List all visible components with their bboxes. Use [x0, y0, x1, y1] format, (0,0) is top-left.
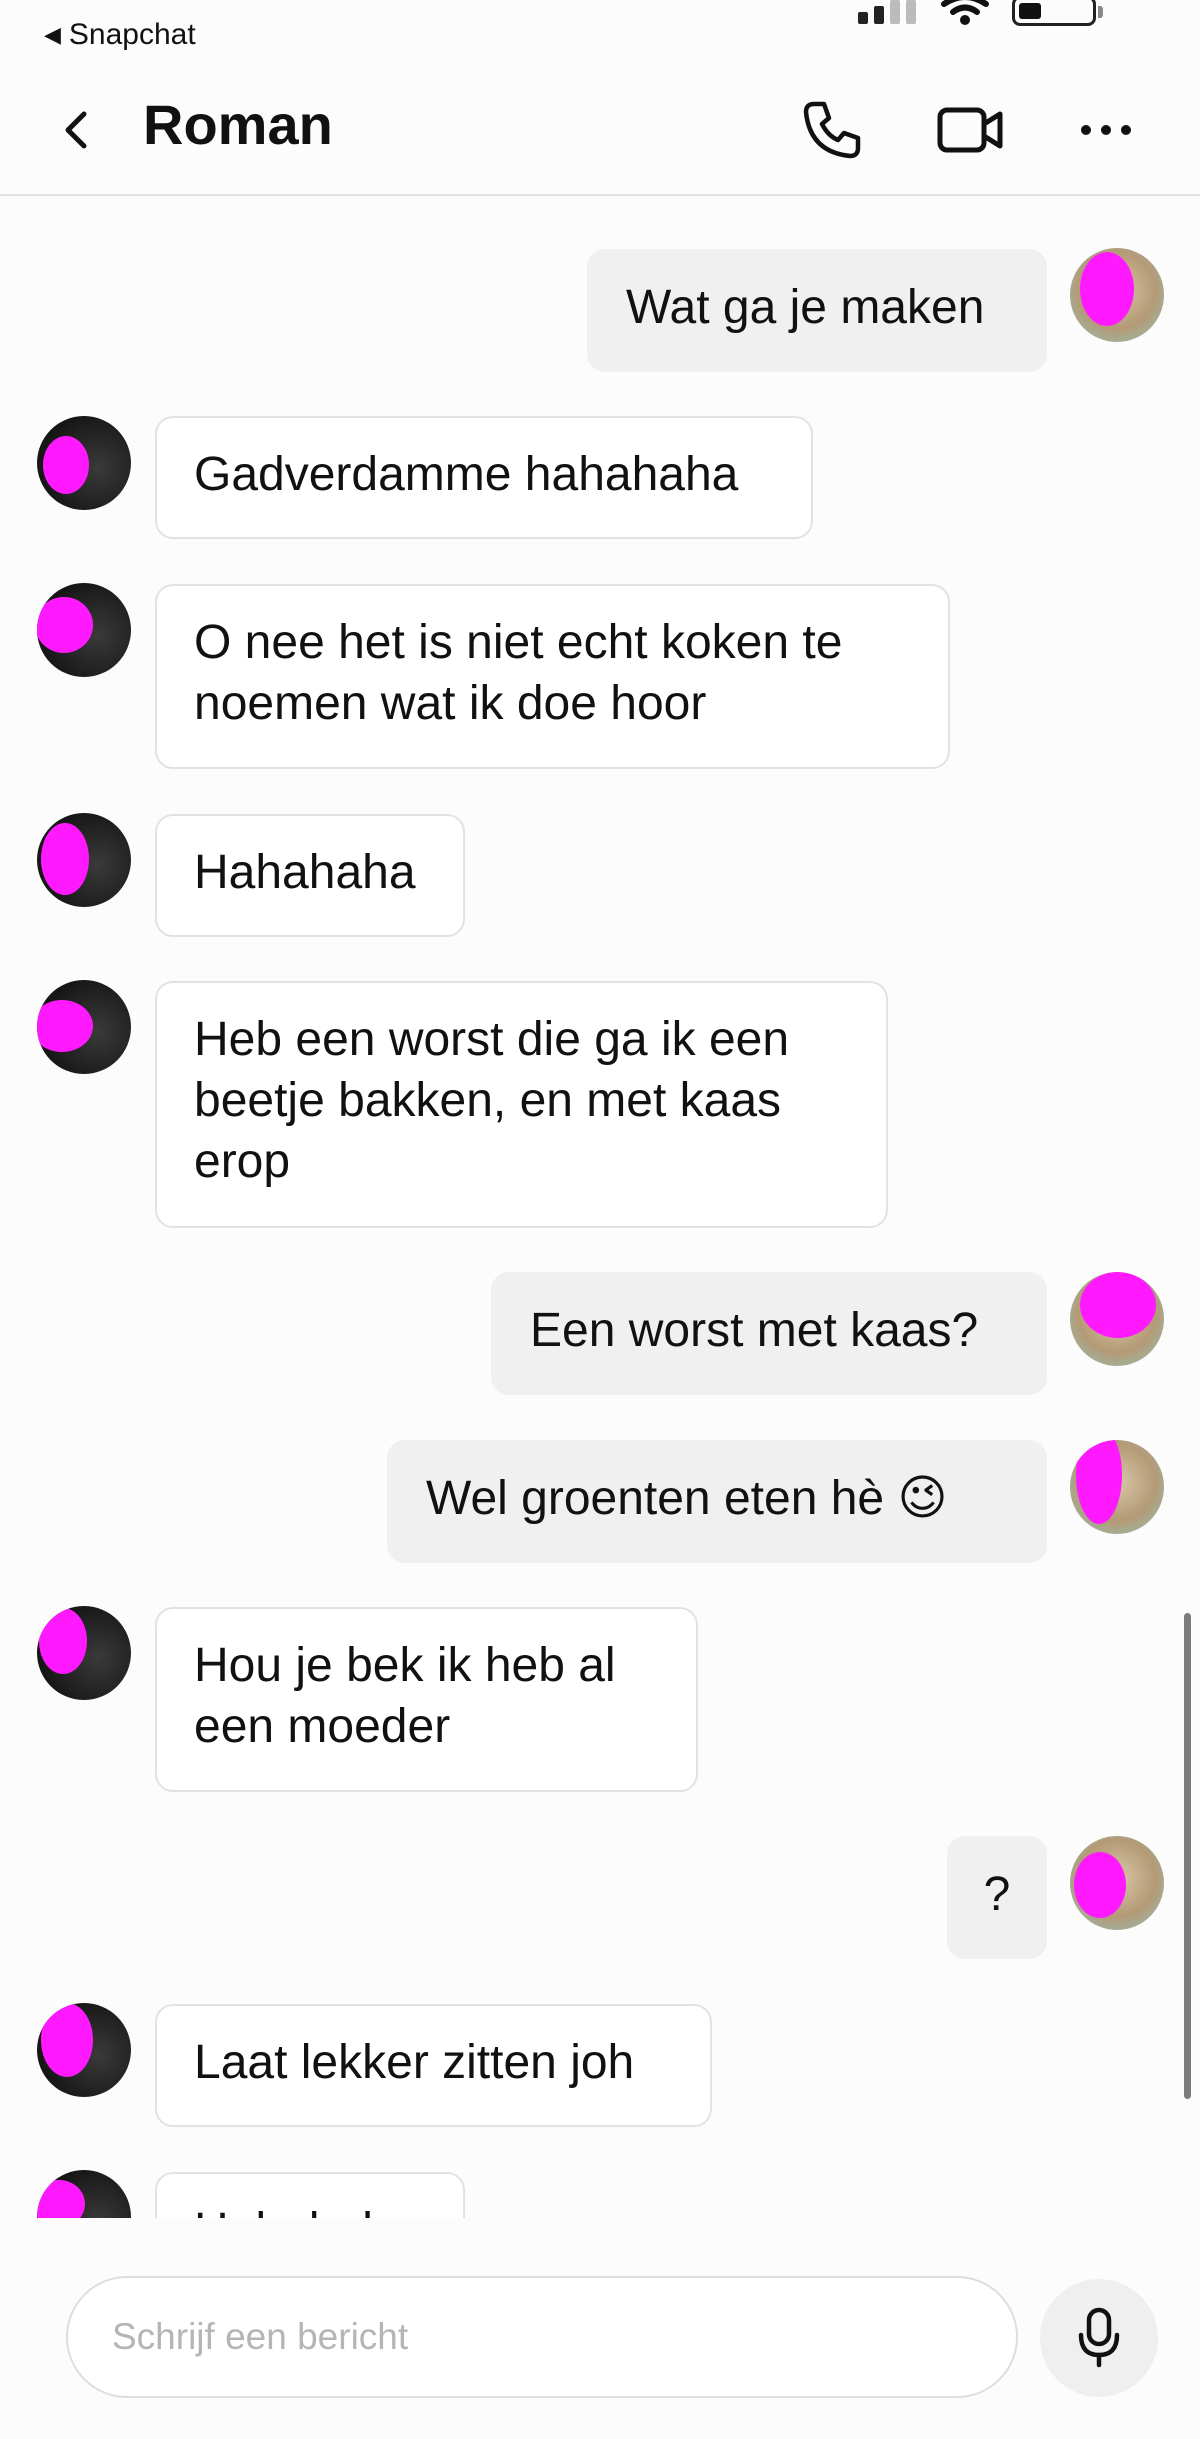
message-bubble-outgoing[interactable]: Een worst met kaas? — [491, 1272, 1047, 1395]
video-call-icon[interactable] — [936, 98, 1006, 162]
microphone-icon — [1078, 2307, 1120, 2368]
wifi-icon — [941, 0, 989, 25]
my-avatar — [1070, 1272, 1164, 1366]
contact-avatar[interactable] — [37, 416, 131, 510]
message-bubble-incoming[interactable]: Gadverdamme hahahaha — [155, 416, 813, 539]
message-bubble-incoming[interactable]: Hou je bek ik heb al een moeder — [155, 1607, 698, 1792]
partial-message-row: Hahahaha — [0, 2160, 1200, 2218]
my-avatar — [1070, 248, 1164, 342]
scrollbar[interactable] — [1184, 1613, 1191, 2099]
cellular-signal-icon — [858, 0, 916, 24]
contact-avatar[interactable] — [37, 813, 131, 907]
more-options-icon[interactable] — [1078, 98, 1134, 162]
message-input-placeholder: Schrijf een bericht — [112, 2316, 409, 2357]
message-bubble-incoming[interactable]: Heb een worst die ga ik een beetje bakke… — [155, 981, 888, 1228]
battery-icon — [1012, 0, 1103, 26]
contact-avatar[interactable] — [37, 1606, 131, 1700]
contact-avatar[interactable] — [37, 2003, 131, 2097]
chat-title[interactable]: Roman — [143, 92, 333, 157]
message-input[interactable]: Schrijf een bericht — [66, 2276, 1018, 2398]
contact-avatar[interactable] — [37, 583, 131, 677]
back-to-app-link[interactable]: ◀ Snapchat — [44, 18, 196, 52]
message-bubble-outgoing[interactable]: Wat ga je maken — [587, 249, 1047, 372]
message-bubble-incoming[interactable]: Hahahaha — [155, 2172, 465, 2218]
chat-header: Roman — [0, 62, 1200, 196]
message-bubble-incoming[interactable]: O nee het is niet echt koken te noemen w… — [155, 584, 950, 769]
voice-message-button[interactable] — [1040, 2279, 1158, 2397]
contact-avatar[interactable] — [37, 980, 131, 1074]
message-bubble-outgoing[interactable]: ? — [947, 1836, 1047, 1959]
status-bar: ◀ Snapchat — [0, 0, 1200, 62]
back-chevron-icon[interactable] — [56, 106, 96, 154]
my-avatar — [1070, 1836, 1164, 1930]
my-avatar — [1070, 1440, 1164, 1534]
message-bubble-incoming[interactable]: Hahahaha — [155, 814, 465, 937]
contact-avatar[interactable] — [37, 2170, 131, 2218]
composer-bar: Schrijf een bericht — [0, 2220, 1200, 2439]
message-bubble-outgoing[interactable]: Wel groenten eten hè 😉 — [387, 1440, 1047, 1563]
phone-call-icon[interactable] — [800, 98, 864, 162]
back-app-label: Snapchat — [68, 18, 196, 51]
back-triangle-icon: ◀ — [44, 22, 61, 47]
message-bubble-incoming[interactable]: Laat lekker zitten joh — [155, 2004, 712, 2127]
